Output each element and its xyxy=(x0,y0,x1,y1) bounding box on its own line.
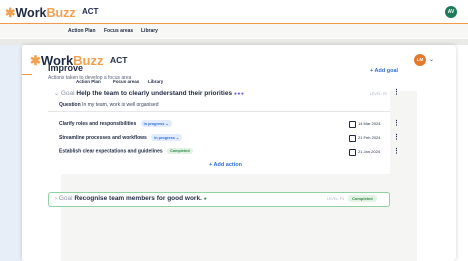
goal-level: LEVEL: P2 xyxy=(370,92,388,96)
add-goal-button[interactable]: + Add goal xyxy=(370,68,398,74)
org-name: ACT xyxy=(110,55,128,65)
calendar-icon xyxy=(349,149,356,156)
calendar-icon xyxy=(349,121,356,128)
more-options-icon[interactable]: ⋮ xyxy=(393,133,400,141)
goal-level: LEVEL: P3 xyxy=(327,197,345,201)
action-row[interactable]: Establish clear expectations and guideli… xyxy=(59,148,193,154)
tab-action-plan[interactable]: Action Plan xyxy=(68,28,96,34)
goal-question: Question In my team, work is well organi… xyxy=(59,102,158,108)
goal-label: Goal xyxy=(58,195,73,202)
status-dropdown[interactable]: In progress ⌄ xyxy=(140,120,172,127)
action-date: 21 Feb 2024 xyxy=(358,135,381,140)
goal-header[interactable]: ⌄ Goal Help the team to clearly understa… xyxy=(54,90,244,97)
more-options-icon[interactable]: ⋮ xyxy=(393,147,400,155)
sparkle-icon: ✱ xyxy=(30,53,41,68)
more-options-icon[interactable]: ⋮ xyxy=(393,88,400,96)
action-title: Establish clear expectations and guideli… xyxy=(59,148,163,155)
action-title: Clarify roles and responsibilities xyxy=(59,120,137,127)
backdrop-strip xyxy=(0,45,22,261)
section-subtitle: Actions taken to develop a focus area xyxy=(48,75,132,81)
calendar-icon xyxy=(349,135,356,142)
user-avatar[interactable]: LM xyxy=(414,54,426,66)
question-label: Question xyxy=(59,102,81,108)
action-row[interactable]: Streamline processes and workflows In pr… xyxy=(59,134,183,141)
status-dropdown[interactable]: In progress ⌄ xyxy=(151,134,183,141)
status-badge: Completed xyxy=(348,195,377,202)
status-badge: Completed xyxy=(167,148,193,154)
section-title: Improve xyxy=(48,63,84,73)
user-avatar[interactable]: AV xyxy=(445,6,457,18)
action-title: Streamline processes and workflows xyxy=(59,134,147,141)
chevron-down-icon[interactable]: ⌄ xyxy=(54,91,59,97)
status-dot-icon: ● xyxy=(203,196,207,202)
sparkle-icon: ✱ xyxy=(5,6,16,20)
action-row[interactable]: Clarify roles and responsibilities In pr… xyxy=(59,120,172,127)
action-date: 21 Jan 2024 xyxy=(358,149,381,154)
action-date: 14 Mar 2024 xyxy=(358,121,381,126)
goal-label: Goal xyxy=(60,90,75,97)
more-options-icon[interactable]: ⋮ xyxy=(393,119,400,127)
chevron-down-icon[interactable]: ⌄ xyxy=(429,56,434,63)
goal-header[interactable]: › Goal Recognise team members for good w… xyxy=(55,195,207,202)
add-action-button[interactable]: + Add action xyxy=(209,162,242,168)
tab-focus-areas[interactable]: Focus areas xyxy=(104,28,133,34)
chevron-right-icon[interactable]: › xyxy=(55,196,57,202)
workbuzz-logo[interactable]: ✱WorkBuzz xyxy=(5,5,76,20)
org-name: ACT xyxy=(82,7,99,16)
goal-title: Help the team to clearly understand thei… xyxy=(76,90,233,97)
progress-dots-icon: ●●● xyxy=(233,91,245,97)
question-text: In my team, work is well organised xyxy=(82,102,159,108)
goal-title: Recognise team members for good work. xyxy=(74,195,202,202)
tab-library[interactable]: Library xyxy=(141,28,158,34)
